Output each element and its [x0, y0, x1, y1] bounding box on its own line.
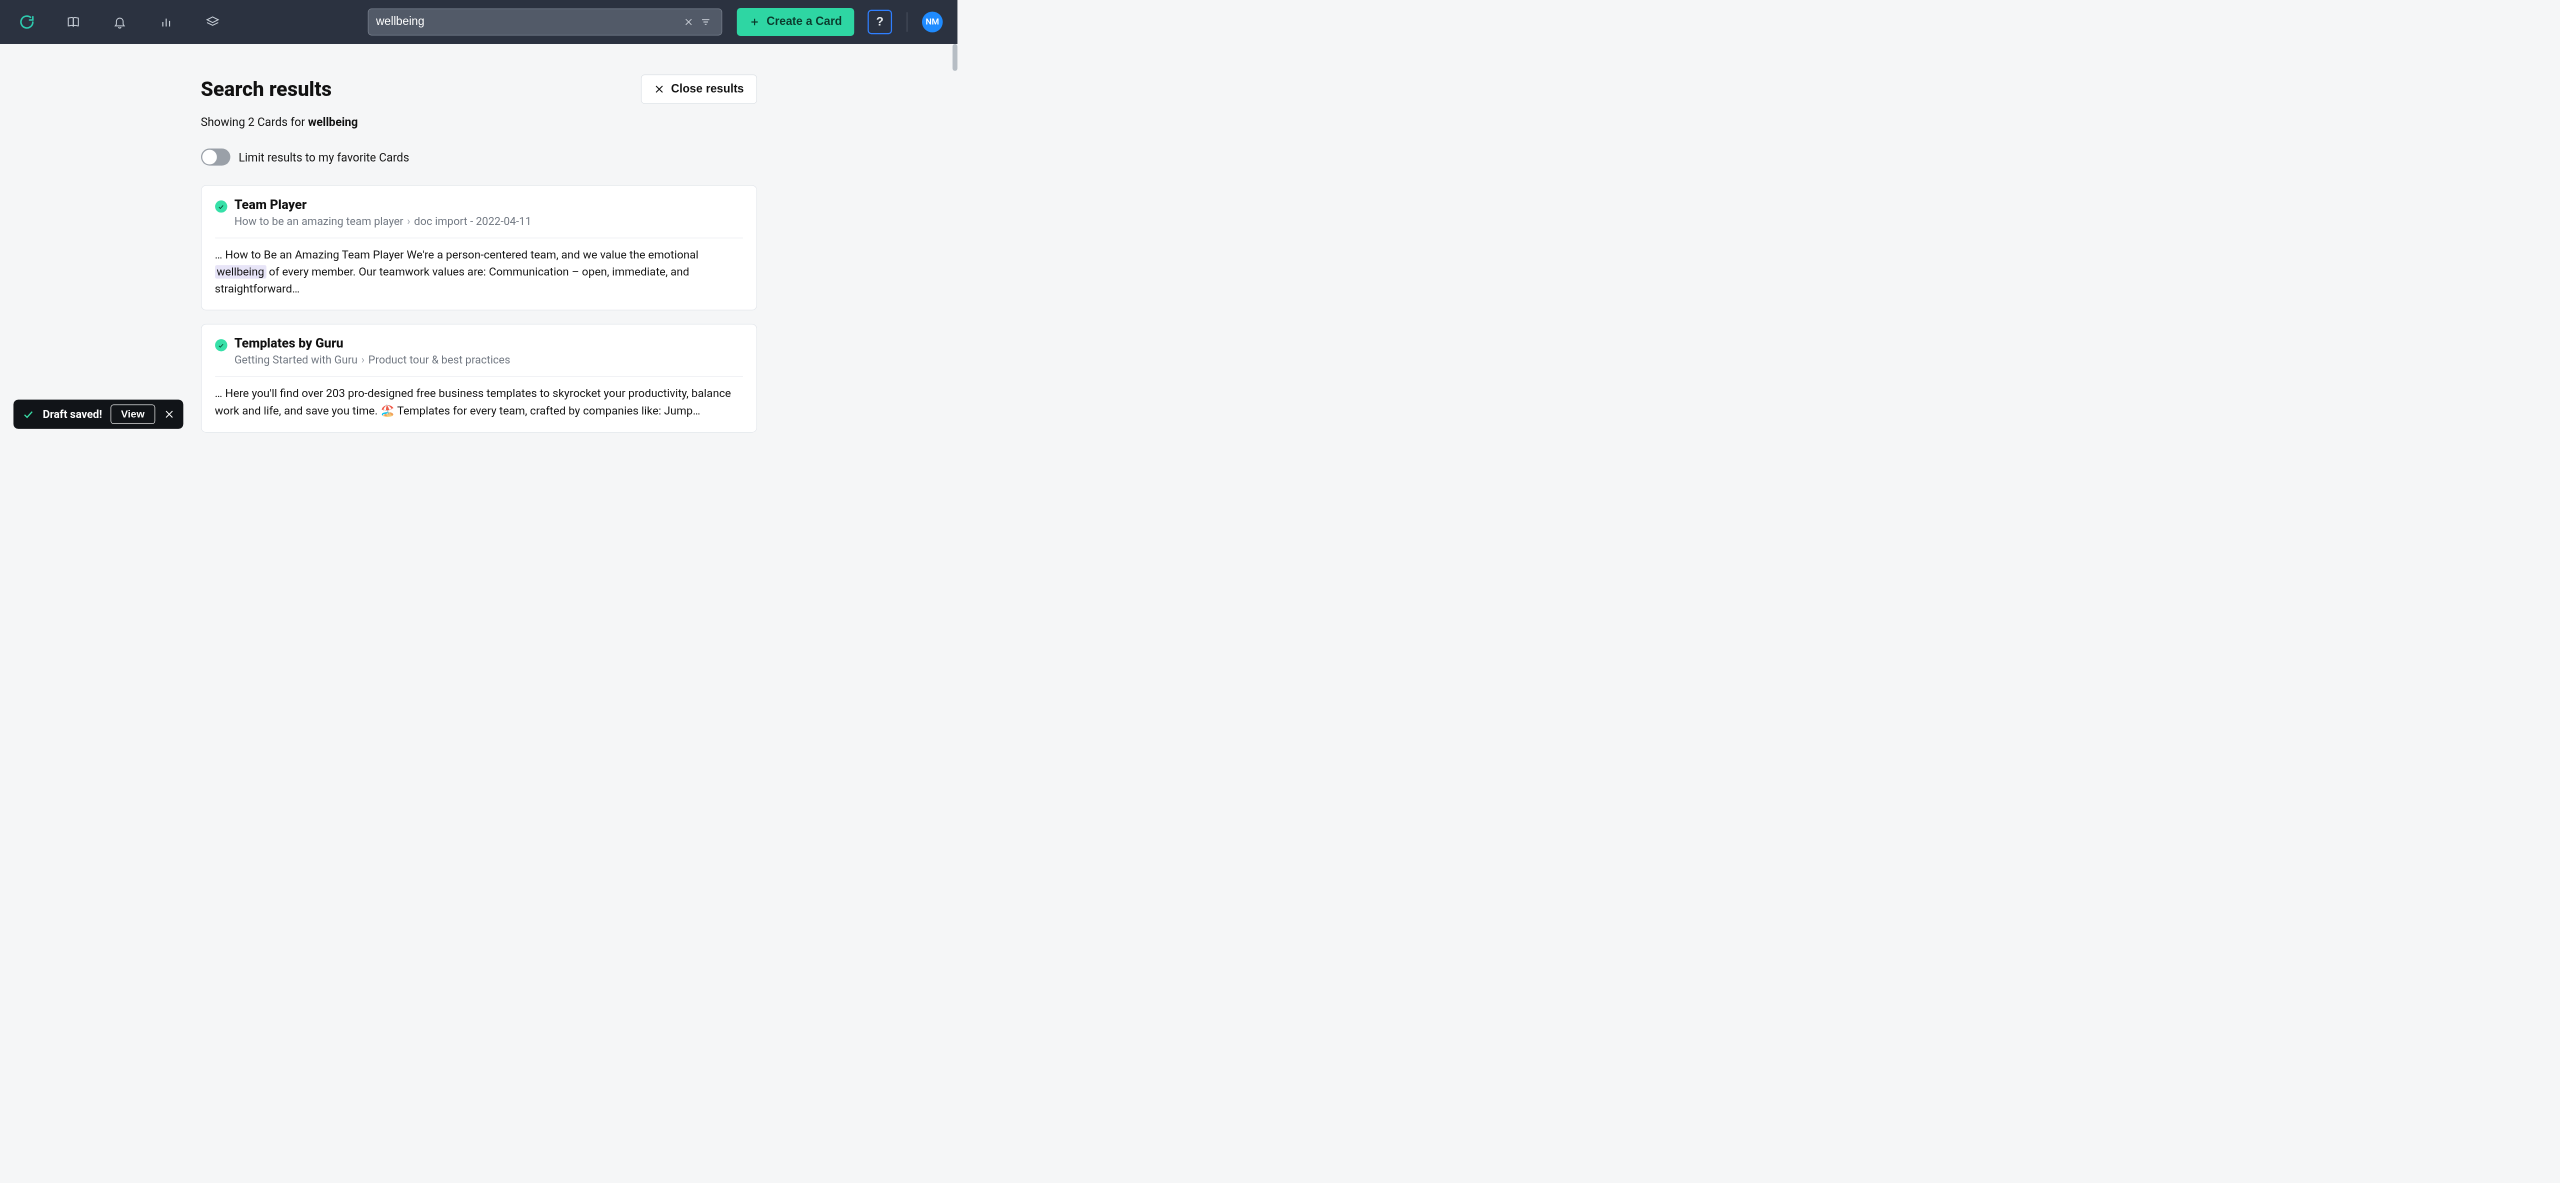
result-snippet: … Here you'll find over 203 pro-designed…	[215, 386, 743, 420]
result-breadcrumb: How to be an amazing team player›doc imp…	[234, 215, 531, 228]
close-results-label: Close results	[671, 82, 744, 95]
create-card-button[interactable]: Create a Card	[737, 8, 854, 36]
toast-view-button[interactable]: View	[111, 404, 155, 424]
result-card[interactable]: Team Player How to be an amazing team pl…	[201, 185, 757, 310]
result-snippet: … How to Be an Amazing Team Player We're…	[215, 247, 743, 298]
search-box[interactable]	[368, 9, 722, 36]
help-button[interactable]: ?	[868, 10, 892, 34]
result-title: Team Player	[234, 198, 531, 213]
analytics-icon[interactable]	[154, 10, 178, 34]
result-breadcrumb: Getting Started with Guru›Product tour &…	[234, 354, 510, 367]
top-nav: Create a Card ? NM	[0, 0, 957, 44]
results-summary: Showing 2 Cards for wellbeing	[201, 115, 757, 129]
book-icon[interactable]	[61, 10, 85, 34]
nav-left-group	[15, 10, 225, 34]
create-card-label: Create a Card	[766, 15, 841, 28]
favorites-toggle[interactable]	[201, 148, 230, 165]
check-icon	[22, 408, 34, 420]
page-title: Search results	[201, 77, 641, 101]
scrollbar[interactable]	[953, 44, 958, 71]
bell-icon[interactable]	[108, 10, 132, 34]
result-title: Templates by Guru	[234, 337, 510, 352]
clear-search-icon[interactable]	[680, 17, 697, 27]
toast-notification: Draft saved! View	[13, 400, 183, 429]
user-avatar[interactable]: NM	[922, 12, 943, 33]
toast-close-icon[interactable]	[163, 409, 174, 420]
close-results-button[interactable]: Close results	[641, 75, 757, 104]
verified-icon	[215, 339, 227, 351]
divider	[907, 12, 908, 32]
collections-icon[interactable]	[200, 10, 224, 34]
divider	[215, 377, 743, 378]
verified-icon	[215, 200, 227, 212]
toast-message: Draft saved!	[43, 408, 102, 421]
guru-logo-icon[interactable]	[15, 10, 39, 34]
result-card[interactable]: Templates by Guru Getting Started with G…	[201, 324, 757, 432]
divider	[215, 238, 743, 239]
filter-icon[interactable]	[697, 16, 714, 27]
search-input[interactable]	[376, 15, 680, 28]
favorites-toggle-label: Limit results to my favorite Cards	[239, 150, 410, 164]
